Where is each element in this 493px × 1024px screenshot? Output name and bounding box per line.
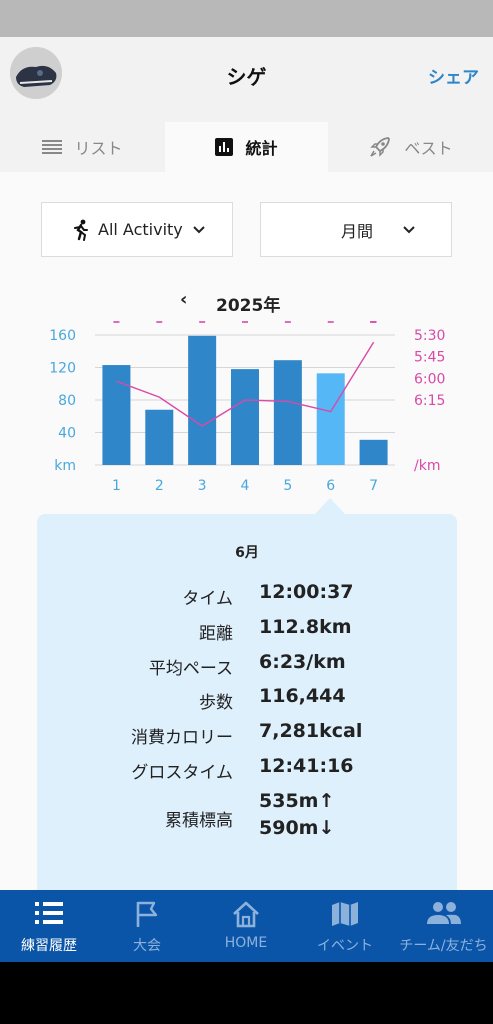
nav-home[interactable]: HOME	[197, 890, 295, 962]
chevron-down-icon	[193, 225, 205, 234]
month-detail-card: 6月 タイム 12:00:37 距離 112.8km 平均ペース 6:23/km…	[37, 514, 457, 934]
app-screen: シゲ シェア リスト 統計 ベスト All Activity 月間 ‹ 2025…	[0, 37, 493, 962]
bar	[145, 409, 174, 465]
bar	[102, 365, 131, 465]
detail-pointer	[314, 498, 346, 515]
activity-select-value: All Activity	[98, 220, 183, 239]
stat-value: 7,281kcal	[259, 720, 363, 742]
x-axis-tick: 6	[326, 478, 335, 490]
bar	[316, 373, 345, 465]
left-axis-tick: 40	[58, 426, 76, 442]
x-axis-tick: 3	[198, 478, 207, 490]
tab-list[interactable]: リスト	[0, 122, 165, 172]
period-select-value: 月間	[341, 221, 374, 241]
stat-row-elevation: 累積標高	[37, 802, 457, 832]
left-axis-tick: 120	[49, 361, 76, 377]
left-axis-unit: km	[54, 458, 76, 474]
right-axis-tick: 6:00	[414, 371, 445, 387]
left-axis-tick: 160	[49, 328, 76, 344]
right-axis-tick: 5:30	[414, 328, 445, 344]
stat-row-pace: 平均ペース 6:23/km	[37, 650, 457, 680]
stat-value: 12:00:37	[259, 581, 354, 603]
stat-label: 累積標高	[165, 811, 233, 831]
list-icon	[0, 900, 98, 930]
activity-select[interactable]: All Activity	[41, 202, 233, 257]
page-title: シゲ	[226, 65, 267, 89]
stat-row-gross-time: グロスタイム 12:41:16	[37, 754, 457, 784]
tab-best-label: ベスト	[404, 139, 453, 158]
x-axis-tick: 2	[155, 478, 164, 490]
stat-label: 消費カロリー	[131, 728, 233, 748]
map-icon	[296, 900, 394, 930]
period-select[interactable]: 月間	[260, 202, 452, 257]
chart-year-label: 2025年	[216, 296, 281, 316]
bar-chart-icon	[215, 138, 234, 156]
bar	[231, 369, 259, 465]
chart-year-nav: ‹ 2025年	[0, 289, 493, 316]
tab-stats-label: 統計	[245, 139, 278, 158]
chevron-down-icon	[403, 225, 415, 234]
stat-row-time: タイム 12:00:37	[37, 580, 457, 610]
tab-stats[interactable]: 統計	[165, 122, 328, 172]
stat-value: 12:41:16	[259, 755, 354, 777]
home-icon	[197, 900, 295, 930]
share-button[interactable]: シェア	[428, 63, 479, 88]
right-axis-tick: 6:15	[414, 393, 445, 409]
rocket-icon	[368, 135, 392, 159]
stat-label: グロスタイム	[131, 763, 233, 783]
stat-row-calories: 消費カロリー 7,281kcal	[37, 719, 457, 749]
x-axis-tick: 1	[112, 478, 121, 490]
header: シゲ シェア	[0, 37, 493, 122]
x-axis-tick: 5	[283, 478, 292, 490]
system-nav-area	[0, 962, 493, 1024]
elevation-up-value: 535m↑	[259, 790, 335, 812]
nav-events-label: イベント	[317, 938, 373, 954]
status-bar	[0, 0, 493, 37]
detail-month: 6月	[235, 545, 259, 561]
nav-team-label: チーム/友だち	[399, 938, 488, 954]
stat-label: 距離	[199, 624, 233, 644]
stat-value: 116,444	[259, 685, 346, 707]
right-axis-tick: 5:45	[414, 350, 445, 366]
right-axis-unit: /km	[414, 458, 440, 474]
monthly-chart: 160 120 80 40 km 5:30 5:45 6:00 6:15/km 1 2 3 4 5 6 7	[49, 321, 445, 490]
stat-row-steps: 歩数 116,444	[37, 684, 457, 714]
nav-history[interactable]: 練習履歴	[0, 890, 98, 962]
stat-value: 112.8km	[259, 616, 352, 638]
x-axis-tick: 7	[369, 478, 378, 490]
nav-team[interactable]: チーム/友だち	[394, 890, 493, 962]
left-axis-tick: 80	[58, 393, 76, 409]
stat-label: 平均ペース	[148, 659, 233, 679]
list-icon	[42, 140, 63, 154]
flag-icon	[98, 900, 196, 930]
previous-year-button[interactable]: ‹	[180, 289, 187, 310]
bar	[359, 439, 388, 465]
bar	[273, 360, 302, 465]
runner-icon	[72, 219, 90, 241]
nav-home-label: HOME	[224, 935, 268, 951]
elevation-down-value: 590m↓	[259, 817, 335, 839]
bottom-nav: 練習履歴 大会 HOME イベント チーム/友だち	[0, 890, 493, 962]
nav-races-label: 大会	[133, 938, 161, 954]
nav-history-label: 練習履歴	[21, 938, 77, 954]
nav-races[interactable]: 大会	[98, 890, 196, 962]
tab-bar: リスト 統計 ベスト	[0, 122, 493, 172]
tab-list-label: リスト	[74, 139, 123, 158]
stat-value: 6:23/km	[259, 651, 346, 673]
stat-row-distance: 距離 112.8km	[37, 615, 457, 645]
bar	[188, 335, 217, 465]
tab-best[interactable]: ベスト	[328, 122, 493, 172]
people-icon	[394, 900, 493, 930]
nav-events[interactable]: イベント	[296, 890, 394, 962]
stat-label: 歩数	[199, 693, 233, 713]
x-axis-tick: 4	[241, 478, 250, 490]
stat-label: タイム	[182, 589, 233, 609]
